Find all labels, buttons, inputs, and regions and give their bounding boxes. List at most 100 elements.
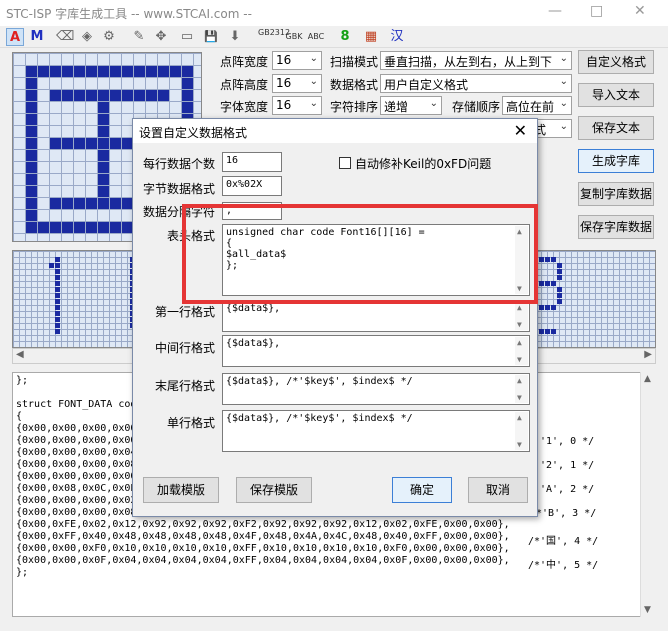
- pixel-cell[interactable]: [98, 66, 109, 77]
- pixel-cell[interactable]: [110, 90, 121, 101]
- pixel-cell[interactable]: [98, 222, 109, 233]
- settings-icon[interactable]: ⚙: [100, 28, 118, 46]
- scroll-up-icon[interactable]: ▲: [644, 374, 651, 384]
- pixel-cell[interactable]: [134, 90, 145, 101]
- save-template-button[interactable]: 保存模版: [236, 477, 312, 503]
- ok-button[interactable]: 确定: [392, 477, 452, 503]
- pixel-cell[interactable]: [182, 78, 193, 89]
- chinese-char-icon[interactable]: 汉: [388, 28, 406, 46]
- pixel-cell[interactable]: [146, 66, 157, 77]
- pixel-cell[interactable]: [134, 66, 145, 77]
- pixel-cell[interactable]: [74, 66, 85, 77]
- pixel-cell[interactable]: [110, 222, 121, 233]
- pixel-cell[interactable]: [74, 138, 85, 149]
- scroll-down-icon[interactable]: ▼: [517, 439, 522, 450]
- textarea-scrollbar[interactable]: ▲ ▼: [515, 302, 528, 330]
- pixel-cell[interactable]: [62, 66, 73, 77]
- pixel-cell[interactable]: [86, 198, 97, 209]
- scroll-down-icon[interactable]: ▼: [644, 605, 651, 615]
- pixel-cell[interactable]: [26, 66, 37, 77]
- dot-height-select[interactable]: 16 ⌄: [272, 74, 322, 93]
- pixel-cell[interactable]: [50, 90, 61, 101]
- scroll-up-icon[interactable]: ▲: [517, 412, 522, 423]
- pixel-cell[interactable]: [26, 162, 37, 173]
- textarea-scrollbar[interactable]: ▲ ▼: [515, 337, 528, 365]
- pixel-cell[interactable]: [170, 66, 181, 77]
- last-row-textarea[interactable]: {$data$}, /*'$key$', $index$ */ ▲ ▼: [222, 373, 530, 405]
- pixel-cell[interactable]: [74, 222, 85, 233]
- pixel-cell[interactable]: [110, 138, 121, 149]
- gb2312-icon[interactable]: GB2312: [258, 28, 290, 46]
- pixel-cell[interactable]: [26, 138, 37, 149]
- digit-icon[interactable]: 8: [336, 28, 354, 46]
- first-row-textarea[interactable]: {$data$}, ▲ ▼: [222, 300, 530, 332]
- pixel-cell[interactable]: [110, 198, 121, 209]
- custom-format-button[interactable]: 自定义格式: [578, 50, 654, 74]
- scroll-down-icon[interactable]: ▼: [517, 354, 522, 365]
- textarea-scrollbar[interactable]: ▲ ▼: [515, 412, 528, 450]
- generate-font-button[interactable]: 生成字库: [578, 149, 654, 173]
- cancel-button[interactable]: 取消: [468, 477, 528, 503]
- save-icon[interactable]: 💾: [202, 28, 220, 46]
- pixel-cell[interactable]: [26, 102, 37, 113]
- single-row-textarea[interactable]: {$data$}, /*'$key$', $index$ */ ▲ ▼: [222, 410, 530, 452]
- scroll-up-icon[interactable]: ▲: [517, 375, 522, 386]
- pixel-cell[interactable]: [50, 138, 61, 149]
- dot-width-select[interactable]: 16 ⌄: [272, 51, 322, 70]
- save-font-data-button[interactable]: 保存字库数据: [578, 215, 654, 239]
- pixel-cell[interactable]: [26, 198, 37, 209]
- auto-fix-checkbox[interactable]: [339, 157, 351, 169]
- pixel-cell[interactable]: [98, 114, 109, 125]
- font-m-icon[interactable]: M: [28, 28, 46, 46]
- pixel-cell[interactable]: [122, 90, 133, 101]
- pixel-cell[interactable]: [26, 126, 37, 137]
- pixel-cell[interactable]: [98, 138, 109, 149]
- font-a-icon[interactable]: A: [6, 28, 24, 46]
- pixel-cell[interactable]: [26, 186, 37, 197]
- pixel-cell[interactable]: [38, 222, 49, 233]
- dialog-close-icon[interactable]: ✕: [514, 121, 527, 140]
- pixel-cell[interactable]: [26, 78, 37, 89]
- pixel-cell[interactable]: [62, 138, 73, 149]
- pixel-cell[interactable]: [50, 66, 61, 77]
- scroll-down-icon[interactable]: ▼: [517, 319, 522, 330]
- eraser-icon[interactable]: ⌫: [56, 28, 74, 46]
- pixel-cell[interactable]: [86, 222, 97, 233]
- pixel-cell[interactable]: [26, 174, 37, 185]
- pixel-cell[interactable]: [74, 198, 85, 209]
- pixel-cell[interactable]: [86, 66, 97, 77]
- auto-fix-label[interactable]: 自动修补Keil的0xFD问题: [355, 155, 491, 172]
- pixel-cell[interactable]: [98, 162, 109, 173]
- load-template-button[interactable]: 加载模版: [143, 477, 219, 503]
- pixel-cell[interactable]: [26, 222, 37, 233]
- abc-icon[interactable]: ABC: [306, 28, 326, 46]
- pixel-cell[interactable]: [158, 66, 169, 77]
- char-width-select[interactable]: 16 ⌄: [272, 96, 322, 115]
- frame-icon[interactable]: ▭: [178, 28, 196, 46]
- char-order-select[interactable]: 递增 ⌄: [380, 96, 442, 115]
- bytes-per-row-input[interactable]: 16: [222, 152, 282, 172]
- import-text-button[interactable]: 导入文本: [578, 83, 654, 107]
- scroll-left-icon[interactable]: ◀: [16, 349, 24, 360]
- pixel-cell[interactable]: [62, 198, 73, 209]
- scroll-up-icon[interactable]: ▲: [517, 337, 522, 348]
- pixel-cell[interactable]: [74, 90, 85, 101]
- copy-font-data-button[interactable]: 复制字库数据: [578, 182, 654, 206]
- vertical-scrollbar[interactable]: ▲ ▼: [640, 372, 656, 617]
- pencil-icon[interactable]: ✎: [130, 28, 148, 46]
- pixel-cell[interactable]: [98, 174, 109, 185]
- save-text-button[interactable]: 保存文本: [578, 116, 654, 140]
- scan-mode-select[interactable]: 垂直扫描，从左到右，从上到下 ⌄: [380, 51, 572, 70]
- pixel-cell[interactable]: [182, 66, 193, 77]
- pixel-cell[interactable]: [26, 210, 37, 221]
- pixel-cell[interactable]: [26, 114, 37, 125]
- data-format-select[interactable]: 用户自定义格式 ⌄: [380, 74, 572, 93]
- scroll-right-icon[interactable]: ▶: [644, 349, 652, 360]
- pixel-cell[interactable]: [182, 90, 193, 101]
- middle-row-textarea[interactable]: {$data$}, ▲ ▼: [222, 335, 530, 367]
- byte-format-input[interactable]: 0x%02X: [222, 176, 282, 196]
- pixel-cell[interactable]: [86, 90, 97, 101]
- pixel-cell[interactable]: [158, 90, 169, 101]
- pixel-cell[interactable]: [146, 90, 157, 101]
- download-icon[interactable]: ⬇: [226, 28, 244, 46]
